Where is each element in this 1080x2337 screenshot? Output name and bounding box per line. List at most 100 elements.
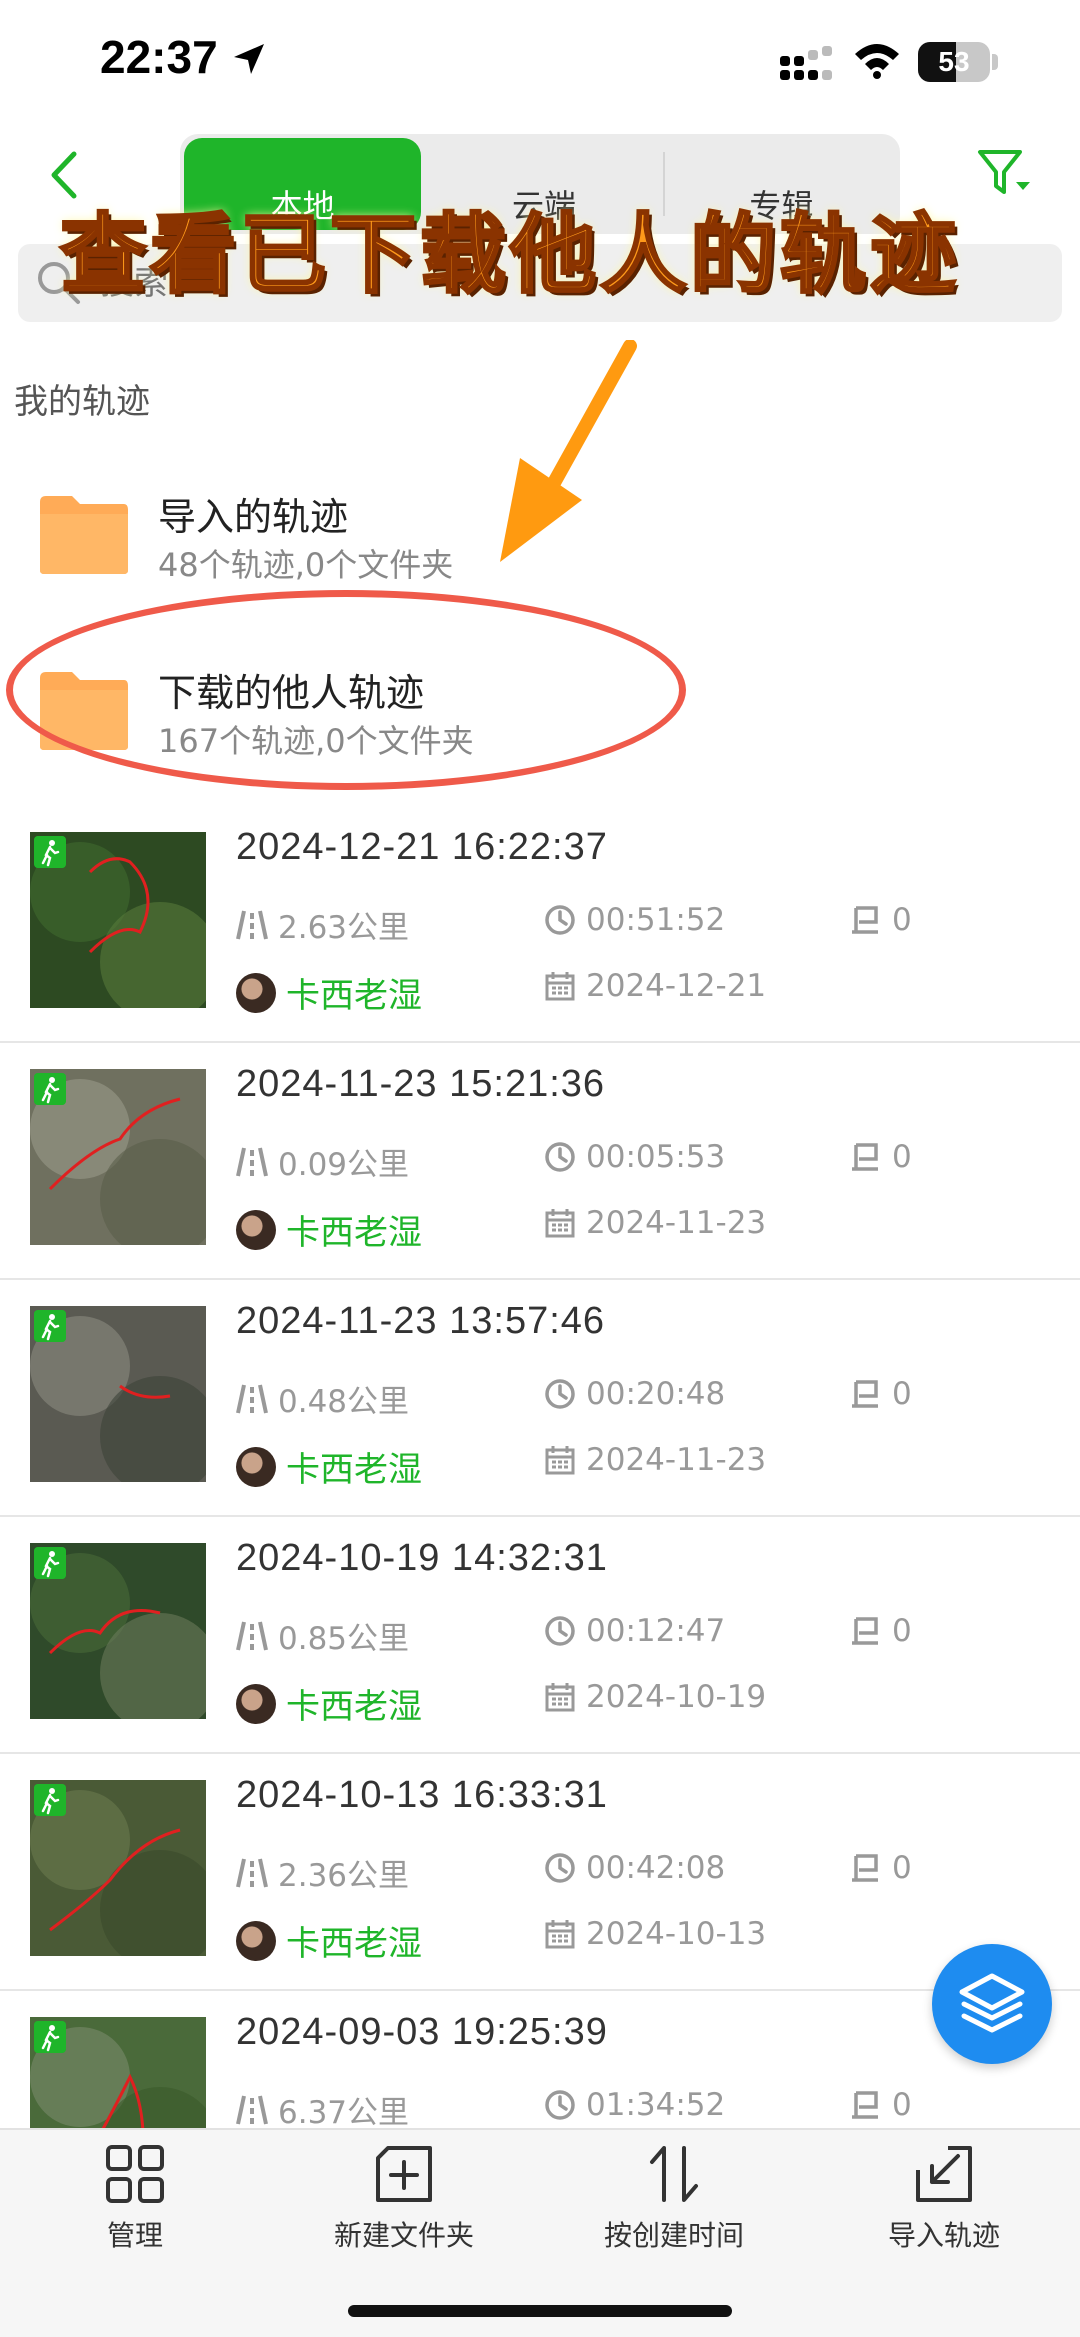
track-distance: 0.85公里 [236,1613,409,1658]
search-input[interactable] [100,254,1000,312]
track-title: 2024-11-23 15:21:36 [236,1063,606,1105]
hiking-icon [34,1310,66,1342]
manage-label: 管理 [106,2219,163,2252]
hiking-icon [34,1073,66,1105]
manage-button[interactable]: 管理 [35,2144,235,2254]
distance-value: 0.48公里 [278,1384,410,1420]
author-name: 卡西老湿 [286,1687,422,1727]
tab-album[interactable]: 专辑 [662,134,900,234]
layers-icon [959,1973,1025,2033]
folder-icon [40,496,128,574]
avatar [236,972,276,1013]
clock-icon [545,2090,575,2120]
folder-summary: 48个轨迹,0个文件夹 [158,546,454,584]
battery-nub [992,54,998,70]
track-author[interactable]: 卡西老湿 [236,1442,422,1491]
track-list: 2024-12-21 16:22:37 2.63公里 00:51:52 0 卡西… [0,806,1080,2228]
tab-cloud[interactable]: 云端 [425,134,662,234]
new-folder-button[interactable]: 新建文件夹 [304,2144,504,2254]
track-distance: 6.37公里 [236,2087,409,2132]
marker-count: 0 [892,1613,912,1649]
track-row[interactable]: 2024-11-23 15:21:36 0.09公里 00:05:53 0 卡西… [0,1043,1080,1280]
avatar [236,1683,276,1724]
section-title: 我的轨迹 [14,382,150,422]
track-markers: 0 [850,902,912,938]
sort-label: 按创建时间 [603,2219,744,2252]
calendar-icon [545,1209,575,1238]
import-label: 导入轨迹 [887,2219,1000,2252]
track-title: 2024-09-03 19:25:39 [236,2011,608,2053]
author-name: 卡西老湿 [286,1213,422,1253]
hiking-icon [34,836,66,868]
date-value: 2024-11-23 [586,1442,767,1478]
filter-icon[interactable] [976,148,1032,200]
folder-summary: 167个轨迹,0个文件夹 [158,722,474,760]
folder-name: 下载的他人轨迹 [158,671,425,715]
wifi-icon [855,44,899,79]
road-icon [236,910,268,939]
layers-fab-button[interactable] [932,1944,1052,2064]
track-title: 2024-12-21 16:22:37 [236,826,608,868]
annotation-arrow-icon [500,340,637,562]
import-track-button[interactable]: 导入轨迹 [844,2144,1044,2254]
track-author[interactable]: 卡西老湿 [236,1679,422,1728]
track-row[interactable]: 2024-12-21 16:22:37 2.63公里 00:51:52 0 卡西… [0,806,1080,1043]
back-chevron-icon[interactable] [44,150,84,200]
track-map-thumbnail [30,832,206,1008]
track-markers: 0 [850,1376,912,1412]
avatar [236,1446,276,1487]
new-folder-label: 新建文件夹 [333,2219,474,2252]
location-arrow-icon [234,44,264,74]
track-row[interactable]: 2024-10-13 16:33:31 2.36公里 00:42:08 0 卡西… [0,1754,1080,1991]
date-value: 2024-12-21 [586,968,767,1004]
track-author[interactable]: 卡西老湿 [236,1205,422,1254]
distance-value: 2.63公里 [278,910,410,946]
track-author[interactable]: 卡西老湿 [236,968,422,1017]
road-icon [236,2095,268,2124]
folder-icon [40,672,128,750]
search-bar[interactable] [18,244,1062,322]
sort-icon [650,2146,698,2202]
distance-value: 0.85公里 [278,1621,410,1657]
date-value: 2024-10-13 [586,1916,767,1952]
track-author[interactable]: 卡西老湿 [236,1916,422,1965]
track-date: 2024-10-13 [544,1916,766,1952]
folder-downloaded-tracks[interactable]: 下载的他人轨迹 167个轨迹,0个文件夹 [0,636,1080,786]
track-markers: 0 [850,1850,912,1886]
road-icon [236,1858,268,1887]
app-screen: 22:37 53 本地 云端 专辑 查看已下载他人的轨迹 我的轨迹 [0,0,1080,2337]
date-value: 2024-10-19 [586,1679,767,1715]
duration-value: 01:34:52 [586,2087,726,2123]
duration-value: 00:12:47 [586,1613,726,1649]
author-name: 卡西老湿 [286,1450,422,1490]
author-name: 卡西老湿 [286,1924,422,1964]
track-date: 2024-11-23 [544,1442,766,1478]
marker-count: 0 [892,2087,912,2123]
clock-icon [545,1616,575,1646]
track-row[interactable]: 2024-10-19 14:32:31 0.85公里 00:12:47 0 卡西… [0,1517,1080,1754]
track-map-thumbnail [30,1780,206,1956]
tab-local[interactable]: 本地 [184,138,422,230]
track-distance: 0.09公里 [236,1139,409,1184]
track-map-thumbnail [30,1543,206,1719]
marker-count: 0 [892,1850,912,1886]
folder-name: 导入的轨迹 [158,495,349,539]
track-distance: 2.63公里 [236,902,409,947]
track-row[interactable]: 2024-11-23 13:57:46 0.48公里 00:20:48 0 卡西… [0,1280,1080,1517]
track-title: 2024-11-23 13:57:46 [236,1300,606,1342]
battery-level: 53 [938,46,970,77]
track-markers: 0 [850,1613,912,1649]
road-icon [236,1147,268,1176]
clock-icon [545,1379,575,1409]
duration-value: 00:05:53 [586,1139,726,1175]
sort-button[interactable]: 按创建时间 [574,2144,774,2254]
marker-count: 0 [892,1139,912,1175]
distance-value: 6.37公里 [278,2095,410,2131]
track-markers: 0 [850,2087,912,2123]
calendar-icon [545,1446,575,1475]
track-map-thumbnail [30,1306,206,1482]
track-markers: 0 [850,1139,912,1175]
track-duration: 00:51:52 [544,902,725,938]
source-segmented-control: 本地 云端 专辑 [180,134,900,234]
clock-icon [545,1853,575,1883]
